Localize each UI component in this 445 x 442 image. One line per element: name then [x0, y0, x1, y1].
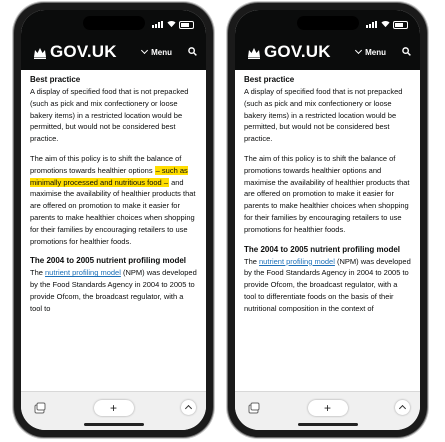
- new-tab-button[interactable]: +: [307, 400, 348, 416]
- paragraph-npm: The nutrient profiling model (NPM) was d…: [244, 256, 411, 315]
- text-span: The: [244, 256, 260, 266]
- phone-left: GOV.UK Menu Best practice A display of s…: [14, 3, 213, 437]
- menu-button[interactable]: Menu: [141, 46, 172, 57]
- crown-icon[interactable]: [247, 46, 261, 60]
- screen-right: GOV.UK Menu Best practice A display of s…: [235, 10, 420, 430]
- article-content: Best practice A display of specified foo…: [244, 72, 411, 394]
- browser-toolbar: +: [21, 391, 206, 430]
- header-bar: GOV.UK Menu: [21, 40, 206, 68]
- home-indicator: [297, 423, 358, 426]
- heading-best-practice: Best practice: [30, 75, 81, 84]
- paragraph-policy-aim: The aim of this policy is to shift the b…: [30, 153, 197, 247]
- menu-button[interactable]: Menu: [355, 46, 386, 57]
- signal-icon: [366, 21, 378, 28]
- nutrient-profiling-model-link[interactable]: nutrient profiling model: [45, 268, 121, 277]
- text-span: and maximise the availability of healthi…: [30, 177, 196, 246]
- status-bar: [235, 10, 420, 36]
- nutrient-profiling-model-link[interactable]: nutrient profiling model: [259, 257, 335, 266]
- heading-npm: The 2004 to 2005 nutrient profiling mode…: [30, 256, 187, 266]
- paragraph-best-practice: A display of specified food that is not …: [244, 87, 403, 144]
- battery-icon: [179, 21, 194, 29]
- menu-label: Menu: [365, 48, 386, 57]
- heading-best-practice: Best practice: [244, 75, 295, 84]
- chevron-up-icon[interactable]: [181, 400, 196, 415]
- status-bar: [21, 10, 206, 36]
- search-icon[interactable]: [188, 47, 197, 56]
- text-span: The: [30, 268, 46, 278]
- search-icon[interactable]: [402, 47, 411, 56]
- crown-icon[interactable]: [33, 46, 47, 60]
- home-indicator: [83, 423, 144, 426]
- paragraph-npm: The nutrient profiling model (NPM) was d…: [30, 267, 197, 314]
- chevron-down-icon: [141, 46, 149, 55]
- chevron-down-icon: [355, 46, 363, 55]
- article-content: Best practice A display of specified foo…: [30, 72, 197, 394]
- signal-icon: [152, 21, 164, 28]
- new-tab-button[interactable]: +: [93, 400, 134, 416]
- govuk-logo-text[interactable]: GOV.UK: [50, 42, 117, 62]
- heading-npm: The 2004 to 2005 nutrient profiling mode…: [244, 244, 401, 254]
- chevron-up-icon[interactable]: [395, 400, 410, 415]
- menu-label: Menu: [151, 48, 172, 57]
- phone-right: GOV.UK Menu Best practice A display of s…: [228, 3, 427, 437]
- govuk-header: GOV.UK Menu: [21, 10, 206, 70]
- battery-icon: [393, 21, 408, 29]
- govuk-header: GOV.UK Menu: [235, 10, 420, 70]
- tabs-icon[interactable]: [33, 401, 47, 415]
- dynamic-island: [296, 16, 359, 30]
- browser-toolbar: +: [235, 391, 420, 430]
- tabs-icon[interactable]: [247, 401, 261, 415]
- govuk-logo-text[interactable]: GOV.UK: [264, 42, 331, 62]
- dynamic-island: [82, 16, 145, 30]
- wifi-icon: [381, 21, 390, 28]
- screen-left: GOV.UK Menu Best practice A display of s…: [21, 10, 206, 430]
- wifi-icon: [167, 21, 176, 28]
- header-bar: GOV.UK Menu: [235, 40, 420, 68]
- paragraph-policy-aim: The aim of this policy is to shift the b…: [244, 153, 410, 234]
- paragraph-best-practice: A display of specified food that is not …: [30, 87, 189, 144]
